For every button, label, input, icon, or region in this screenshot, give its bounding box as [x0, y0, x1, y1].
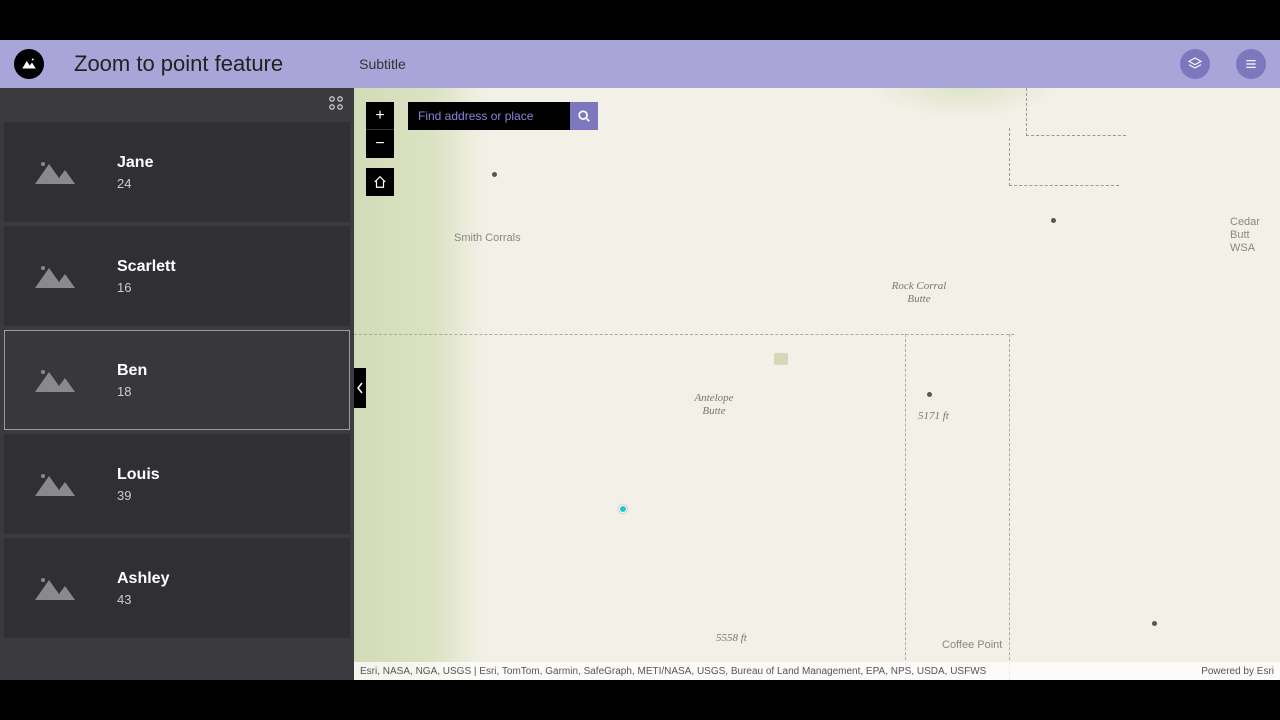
- list-item[interactable]: Scarlett 16: [4, 226, 350, 326]
- boundary-line: [1009, 128, 1119, 186]
- menu-icon: [1243, 56, 1259, 72]
- mountain-icon: [33, 364, 77, 396]
- feature-name: Ben: [117, 362, 147, 380]
- feature-value: 16: [117, 280, 176, 295]
- boundary-line: [354, 334, 1014, 335]
- page-subtitle: Subtitle: [359, 56, 406, 72]
- list-item[interactable]: Ben 18: [4, 330, 350, 430]
- sidebar-collapse-handle[interactable]: [354, 368, 366, 408]
- feature-value: 39: [117, 488, 160, 503]
- feature-name: Scarlett: [117, 258, 176, 276]
- layers-icon: [1187, 56, 1203, 72]
- app-root: Zoom to point feature Subtitle: [0, 40, 1280, 680]
- boundary-line: [1009, 334, 1010, 680]
- attribution-text: Esri, NASA, NGA, USGS | Esri, TomTom, Ga…: [360, 666, 986, 677]
- mountain-icon: [20, 55, 38, 73]
- label-line: Rock Corral: [892, 280, 947, 292]
- sidebar: Jane 24 Scarlett 16 Ben 18 Louis 39 Ashley 43: [0, 88, 354, 680]
- zoom-control: + −: [366, 102, 394, 158]
- chevron-left-icon: [356, 382, 364, 394]
- mountain-icon: [33, 468, 77, 500]
- powered-by-text: Powered by Esri: [1201, 666, 1274, 677]
- map-attribution: Esri, NASA, NGA, USGS | Esri, TomTom, Ga…: [354, 662, 1280, 680]
- place-label: Rock Corral Butte: [884, 280, 954, 306]
- zoom-out-button[interactable]: −: [366, 130, 394, 158]
- label-line: Cedar Butt: [1230, 216, 1260, 241]
- thumbnail: [5, 331, 105, 429]
- card-body: Louis 39: [105, 462, 172, 507]
- letterbox-top: [0, 0, 1280, 40]
- elevation-label: 5171 ft: [918, 410, 949, 423]
- place-label: Antelope Butte: [684, 392, 744, 418]
- place-label: Cedar Butt WSA: [1230, 216, 1280, 256]
- feature-name: Ashley: [117, 570, 169, 588]
- home-extent-button[interactable]: [366, 168, 394, 196]
- sidebar-toolbar: [0, 88, 354, 118]
- card-body: Jane 24: [105, 150, 165, 195]
- app-logo: [14, 49, 44, 79]
- card-body: Ben 18: [105, 358, 159, 403]
- label-line: Butte: [702, 405, 725, 417]
- map-point: [1152, 621, 1157, 626]
- mountain-icon: [33, 572, 77, 604]
- thumbnail: [5, 539, 105, 637]
- zoom-in-button[interactable]: +: [366, 102, 394, 130]
- home-icon: [373, 175, 387, 189]
- page-title: Zoom to point feature: [74, 51, 283, 77]
- elevation-label: 5558 ft: [716, 632, 747, 645]
- search-button[interactable]: [570, 102, 598, 130]
- feature-value: 43: [117, 592, 169, 607]
- selected-feature-pin[interactable]: [619, 505, 627, 513]
- boundary-line: [905, 334, 906, 680]
- map-canvas[interactable]: Smith Corrals Rock Corral Butte Cedar Bu…: [354, 88, 1280, 680]
- app-body: Jane 24 Scarlett 16 Ben 18 Louis 39 Ashley 43 Smi…: [0, 88, 1280, 680]
- mountain-icon: [33, 260, 77, 292]
- search-input[interactable]: [408, 102, 570, 130]
- map-point: [927, 392, 932, 397]
- place-label: Coffee Point: [942, 639, 1002, 652]
- list-item[interactable]: Ashley 43: [4, 538, 350, 638]
- map-point: [1051, 218, 1056, 223]
- feature-list[interactable]: Jane 24 Scarlett 16 Ben 18 Louis 39 Ashley 43: [0, 118, 354, 680]
- app-header: Zoom to point feature Subtitle: [0, 40, 1280, 88]
- feature-value: 24: [117, 176, 153, 191]
- label-line: Antelope: [694, 392, 733, 404]
- card-body: Scarlett 16: [105, 254, 188, 299]
- list-item[interactable]: Jane 24: [4, 122, 350, 222]
- thumbnail: [5, 435, 105, 533]
- label-line: Butte: [907, 293, 930, 305]
- label-line: WSA: [1230, 242, 1255, 254]
- feature-name: Jane: [117, 154, 153, 172]
- letterbox-bottom: [0, 680, 1280, 720]
- layers-button[interactable]: [1180, 49, 1210, 79]
- thumbnail: [5, 123, 105, 221]
- menu-button[interactable]: [1236, 49, 1266, 79]
- search-widget: [408, 102, 598, 130]
- terrain-shade: [774, 353, 788, 365]
- grid-view-icon[interactable]: [328, 95, 344, 111]
- feature-name: Louis: [117, 466, 160, 484]
- map-controls: + −: [366, 102, 598, 196]
- feature-value: 18: [117, 384, 147, 399]
- search-icon: [577, 109, 591, 123]
- thumbnail: [5, 227, 105, 325]
- card-body: Ashley 43: [105, 566, 181, 611]
- list-item[interactable]: Louis 39: [4, 434, 350, 534]
- mountain-icon: [33, 156, 77, 188]
